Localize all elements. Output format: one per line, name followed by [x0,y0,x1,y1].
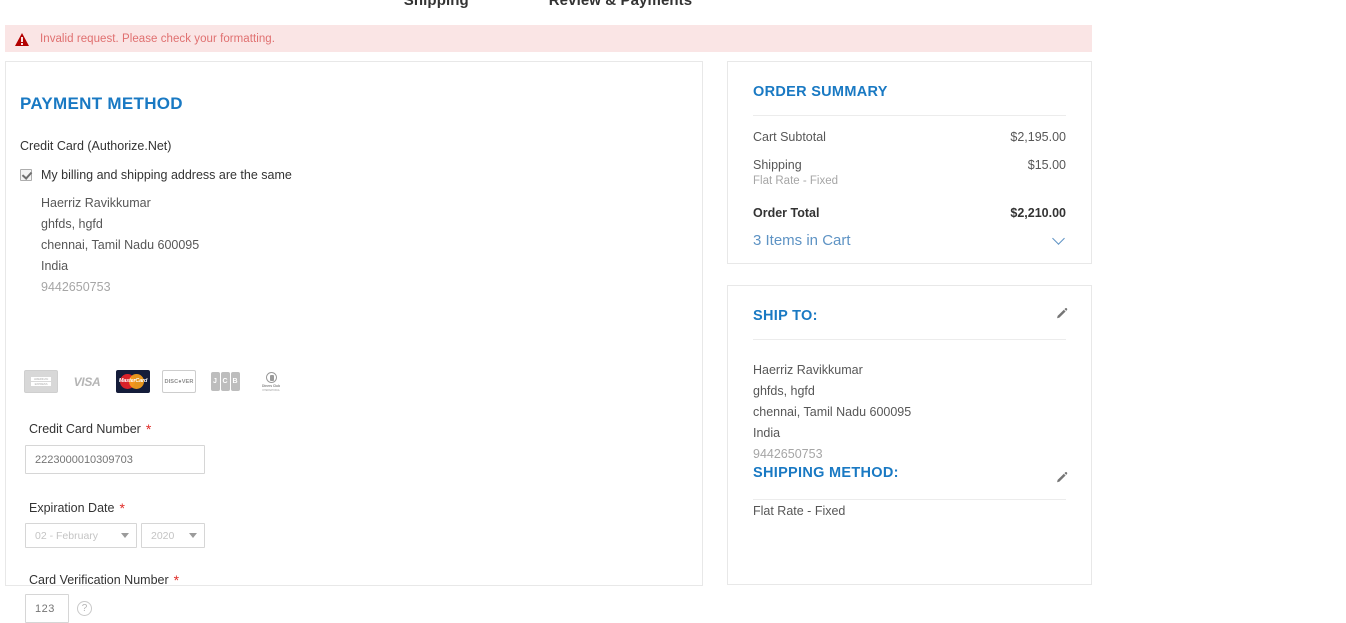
items-in-cart-toggle[interactable]: 3 Items in Cart [753,232,1066,249]
ship-to-address: Haerriz Ravikkumar ghfds, hgfd chennai, … [753,360,1066,465]
order-total-row: Order Total $2,210.00 [753,206,1066,220]
payment-method-title: PAYMENT METHOD [20,94,183,113]
billing-same-label: My billing and shipping address are the … [41,168,292,182]
card-verification-number-input[interactable] [25,594,69,623]
expiration-year-value: 2020 [151,529,175,542]
card-verification-number-label: Card Verification Number * [29,572,179,588]
billing-address-line: Haerriz Ravikkumar [41,196,151,210]
divider [753,115,1066,116]
american-express-icon: AMERICAN EXPRESS [24,370,58,393]
error-message-banner: Invalid request. Please check your forma… [5,25,1092,52]
ship-to-title: SHIP TO: [753,308,818,324]
jcb-icon: JCB [208,370,242,393]
order-summary-row: Cart Subtotal $2,195.00 [753,130,1066,144]
ship-to-panel: SHIP TO: Haerriz Ravikkumar ghfds, hgfd … [727,285,1092,585]
order-summary-row: Shipping Flat Rate - Fixed $15.00 [753,158,1066,187]
shipping-sublabel: Flat Rate - Fixed [753,175,838,187]
chevron-down-icon [121,533,129,538]
checkout-sidebar: ORDER SUMMARY Cart Subtotal $2,195.00 Sh… [727,61,1092,585]
required-asterisk: * [145,421,152,437]
checkout-progress-steps: Shipping Review & Payments [0,0,1096,12]
question-mark-icon[interactable]: ? [77,601,92,616]
billing-address-line: ghfds, hgfd [41,217,103,231]
shipping-label: Shipping [753,158,802,172]
credit-card-number-input[interactable] [25,445,205,474]
ship-to-address-line: India [753,426,781,440]
expiration-month-value: 02 - February [35,529,99,542]
accepted-card-icons: AMERICAN EXPRESS VISA MasterCard DISC●VER… [24,370,288,393]
divider [753,499,1066,500]
shipping-method-title: SHIPPING METHOD: [753,465,899,481]
discover-icon: DISC●VER [162,370,196,393]
step-review-payments[interactable]: Review & Payments [549,0,692,9]
credit-card-number-label-text: Credit Card Number [29,422,141,436]
order-total-label: Order Total [753,206,820,220]
billing-same-as-shipping-row[interactable]: My billing and shipping address are the … [20,168,292,182]
expiration-date-label: Expiration Date * [29,500,125,516]
shipping-value: $15.00 [1027,158,1066,172]
billing-phone: 9442650753 [41,280,111,294]
ship-to-phone: 9442650753 [753,447,823,461]
order-total-value: $2,210.00 [1010,206,1066,220]
card-verification-number-label-text: Card Verification Number [29,573,169,587]
billing-address-line: India [41,259,69,273]
pencil-icon[interactable] [1055,307,1069,321]
diners-club-icon: Diners Club INTERNATIONAL [254,370,288,393]
mastercard-icon: MasterCard [116,370,150,393]
ship-to-address-line: ghfds, hgfd [753,384,815,398]
warning-triangle-icon [15,32,29,46]
credit-card-number-label: Credit Card Number * [29,421,151,437]
ship-to-address-line: chennai, Tamil Nadu 600095 [753,405,912,419]
billing-address-block: Haerriz Ravikkumar ghfds, hgfd chennai, … [41,193,199,298]
expiration-month-select[interactable]: 02 - February [25,523,137,548]
chevron-down-icon [1052,232,1065,245]
ship-to-address-line: Haerriz Ravikkumar [753,363,863,377]
cart-subtotal-value: $2,195.00 [1010,130,1066,144]
billing-address-line: chennai, Tamil Nadu 600095 [41,238,200,252]
expiration-date-label-text: Expiration Date [29,501,115,515]
payment-method-name: Credit Card (Authorize.Net) [20,139,172,153]
expiration-year-select[interactable]: 2020 [141,523,205,548]
order-summary-title: ORDER SUMMARY [753,84,888,100]
order-summary-panel: ORDER SUMMARY Cart Subtotal $2,195.00 Sh… [727,61,1092,264]
required-asterisk: * [173,572,180,588]
error-message-text: Invalid request. Please check your forma… [40,32,275,45]
divider [753,339,1066,340]
visa-icon: VISA [70,370,104,393]
chevron-down-icon [189,533,197,538]
billing-same-checkbox[interactable] [20,169,32,181]
cart-subtotal-label: Cart Subtotal [753,130,826,144]
shipping-method-value: Flat Rate - Fixed [753,504,846,518]
payment-method-panel: PAYMENT METHOD Credit Card (Authorize.Ne… [5,61,703,623]
items-in-cart-label: 3 Items in Cart [753,232,851,249]
required-asterisk: * [119,500,125,516]
pencil-icon[interactable] [1055,471,1069,485]
step-shipping[interactable]: Shipping [404,0,469,9]
